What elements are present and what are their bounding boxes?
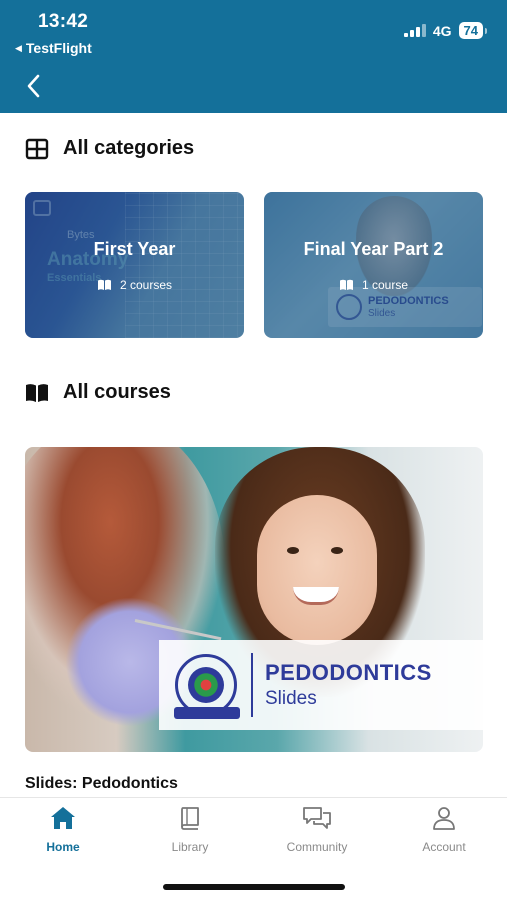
category-card-final-year-part-2[interactable]: PEDODONTICS Slides Final Year Part 2 1 co…: [264, 192, 483, 338]
category-course-count: 1 course: [264, 278, 483, 292]
course-card-pedodontics[interactable]: PEDODONTICS Slides: [25, 447, 483, 752]
categories-heading: All categories: [25, 137, 194, 160]
signal-icon: [403, 24, 426, 37]
library-book-icon: [181, 807, 199, 830]
course-banner-subtitle: Slides: [265, 688, 317, 709]
category-name: Final Year Part 2: [303, 239, 444, 259]
home-icon: [51, 807, 75, 829]
course-image-child: [257, 495, 377, 645]
battery-icon: 74: [458, 22, 487, 39]
tab-label: Community: [286, 840, 348, 854]
tab-label: Home: [46, 840, 80, 854]
tab-label: Library: [171, 840, 209, 854]
college-seal-logo: [174, 654, 240, 719]
category-name: First Year: [93, 239, 176, 259]
book-icon: [339, 279, 353, 290]
book-icon: [97, 279, 111, 290]
testflight-label: TestFlight: [25, 40, 92, 56]
open-book-icon: [26, 383, 48, 402]
back-triangle-icon: ◀: [15, 42, 22, 53]
chevron-left-icon: [27, 74, 40, 98]
tab-label: Account: [422, 840, 466, 854]
app-header: 13:42 ◀ TestFlight 4G 74: [0, 0, 507, 113]
tab-community[interactable]: Community: [254, 806, 380, 854]
categories-title: All categories: [63, 137, 195, 159]
status-time: 13:42: [38, 11, 89, 32]
courses-title: All courses: [63, 381, 171, 403]
course-title[interactable]: Slides: Pedodontics: [25, 775, 178, 793]
category-course-count: 2 courses: [25, 278, 244, 292]
battery-level: 74: [458, 22, 483, 39]
status-indicators: 4G 74: [403, 22, 487, 39]
back-button[interactable]: [22, 73, 44, 99]
course-banner-title: PEDODONTICS: [265, 660, 432, 685]
grid-icon: [25, 138, 49, 159]
chat-bubbles-icon: [303, 807, 331, 829]
tab-account[interactable]: Account: [381, 806, 507, 854]
tab-home[interactable]: Home: [0, 806, 126, 854]
category-card-first-year[interactable]: Bytes Anatomy Essentials First Year 2 co…: [25, 192, 244, 338]
network-type: 4G: [432, 22, 452, 39]
person-icon: [433, 807, 455, 830]
courses-heading: All courses: [25, 381, 171, 404]
home-indicator: [163, 884, 345, 890]
testflight-back-link[interactable]: ◀ TestFlight: [15, 40, 92, 56]
course-banner: PEDODONTICS Slides: [159, 640, 483, 730]
tab-library[interactable]: Library: [127, 806, 253, 854]
